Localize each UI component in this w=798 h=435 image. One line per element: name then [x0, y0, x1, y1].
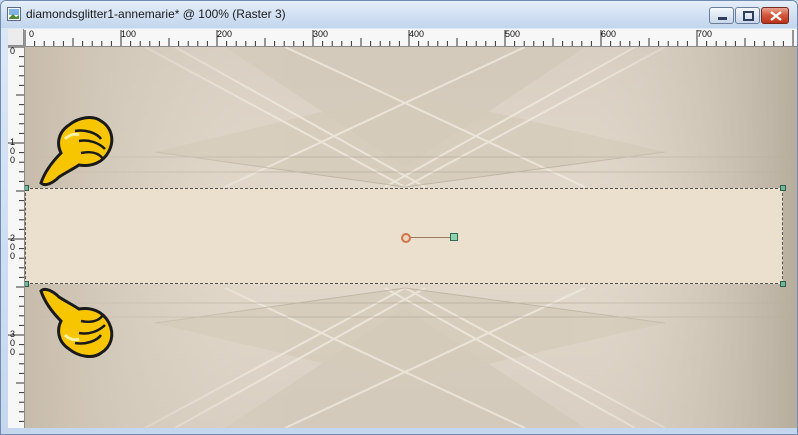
- minimize-button[interactable]: [709, 7, 734, 24]
- image-window: diamondsglitter1-annemarie* @ 100% (Rast…: [0, 0, 798, 435]
- rotation-pivot[interactable]: [401, 233, 411, 243]
- ruler-top-label-500: 500: [505, 29, 521, 39]
- maximize-icon: [743, 11, 754, 21]
- rotation-handle[interactable]: [450, 233, 458, 241]
- title-bar[interactable]: diamondsglitter1-annemarie* @ 100% (Rast…: [1, 1, 797, 28]
- ruler-left-label-200: 200: [10, 233, 16, 261]
- ruler-top-label-400: 400: [409, 29, 425, 39]
- pointing-hand-up-icon: [39, 287, 114, 358]
- ruler-top-label-0: 0: [29, 29, 35, 39]
- ruler-left-label-0: 0: [10, 46, 16, 56]
- maximize-button[interactable]: [735, 7, 760, 24]
- horizontal-ruler[interactable]: 0 100 200 300 400 500 600 700: [8, 29, 797, 47]
- ruler-left-label-300: 300: [10, 329, 16, 357]
- ruler-top-label-300: 300: [313, 29, 329, 39]
- minimize-icon: [718, 17, 727, 20]
- vertical-ruler[interactable]: 0 100 200 300: [8, 46, 25, 428]
- close-button[interactable]: [761, 7, 789, 24]
- close-icon: [770, 11, 782, 21]
- deform-handle-bottom-right[interactable]: [780, 281, 786, 287]
- deform-handle-bottom-left[interactable]: [25, 281, 29, 287]
- deform-handle-top-right[interactable]: [780, 185, 786, 191]
- window-title: diamondsglitter1-annemarie* @ 100% (Rast…: [26, 7, 286, 21]
- ruler-top-label-700: 700: [697, 29, 713, 39]
- deform-handle-top-left[interactable]: [25, 185, 29, 191]
- ruler-left-label-100: 100: [10, 137, 16, 165]
- pointing-hand-down-icon: [39, 116, 114, 187]
- ruler-corner: [8, 29, 24, 46]
- image-canvas[interactable]: [25, 47, 797, 428]
- ruler-top-label-600: 600: [601, 29, 617, 39]
- ruler-top-label-100: 100: [121, 29, 137, 39]
- rotation-arm: [411, 237, 451, 238]
- ruler-top-label-200: 200: [217, 29, 233, 39]
- psp-image-icon: [7, 7, 21, 21]
